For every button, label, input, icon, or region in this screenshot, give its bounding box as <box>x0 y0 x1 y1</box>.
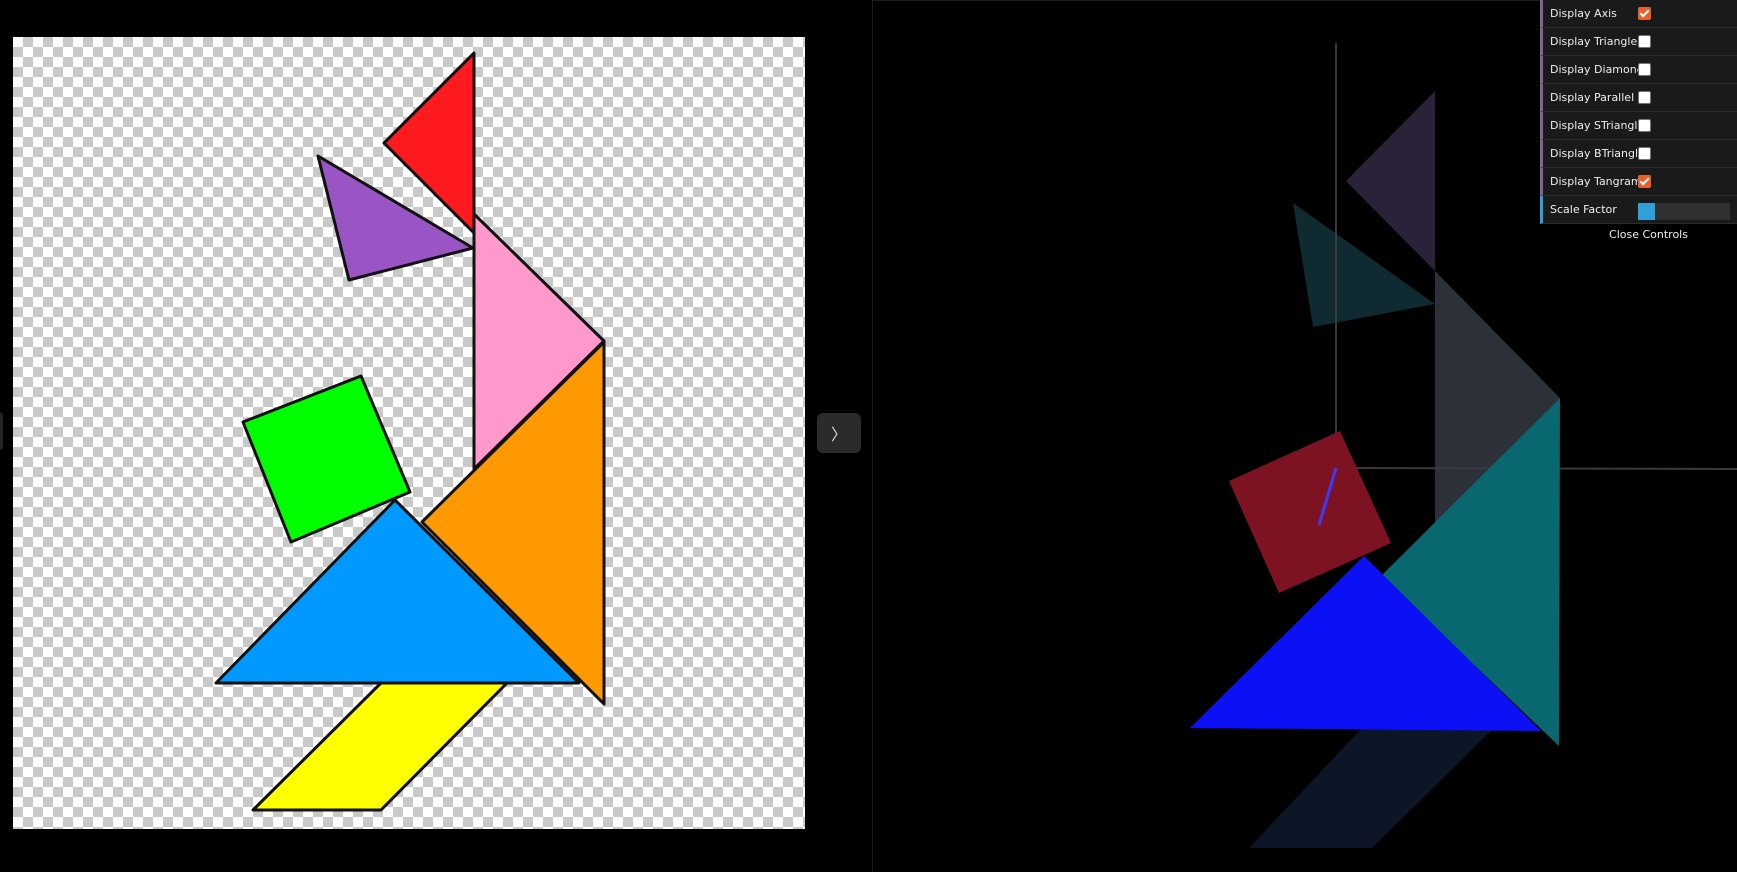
display-axis-checkbox[interactable] <box>1638 7 1651 20</box>
close-controls-button[interactable]: Close Controls <box>1540 224 1737 245</box>
control-display-triangle[interactable]: Display Triangle <box>1540 28 1737 56</box>
control-display-tangram[interactable]: Display Tangram <box>1540 168 1737 196</box>
control-label: Display Parallel <box>1550 91 1635 104</box>
display-striangle-checkbox[interactable] <box>1638 119 1651 132</box>
collapse-panel-button[interactable]: 〉 <box>817 413 861 453</box>
left-edge-handle[interactable] <box>0 412 3 450</box>
controls-panel: Display Axis Display Triangle Display Di… <box>1540 0 1737 245</box>
control-display-parallel[interactable]: Display Parallel <box>1540 84 1737 112</box>
transparent-checker-canvas <box>13 37 805 829</box>
control-scale-factor[interactable]: Scale Factor <box>1540 196 1737 224</box>
control-label: Scale Factor <box>1550 203 1617 216</box>
control-display-diamond[interactable]: Display Diamond <box>1540 56 1737 84</box>
control-label: Display Diamond <box>1550 63 1644 76</box>
display-btriangle-checkbox[interactable] <box>1638 147 1651 160</box>
control-label: Display STriangle <box>1550 119 1645 132</box>
chevron-right-icon: 〉 <box>830 425 847 444</box>
display-triangle-checkbox[interactable] <box>1638 35 1651 48</box>
tangram-image-panel <box>0 0 872 872</box>
control-display-axis[interactable]: Display Axis <box>1540 0 1737 28</box>
scene-navy-parallelogram <box>1249 729 1493 848</box>
control-label: Display BTriangle <box>1550 147 1645 160</box>
control-label: Display Tangram <box>1550 175 1642 188</box>
display-parallel-checkbox[interactable] <box>1638 91 1651 104</box>
display-tangram-checkbox[interactable] <box>1638 175 1651 188</box>
control-label: Display Axis <box>1550 7 1617 20</box>
control-display-striangle[interactable]: Display STriangle <box>1540 112 1737 140</box>
display-diamond-checkbox[interactable] <box>1638 63 1651 76</box>
yellow-parallelogram <box>251 681 509 812</box>
scale-factor-slider[interactable] <box>1638 203 1730 220</box>
tangram-figure <box>214 51 606 812</box>
scale-factor-slider-fill <box>1638 203 1655 220</box>
control-label: Display Triangle <box>1550 35 1638 48</box>
control-display-btriangle[interactable]: Display BTriangle <box>1540 140 1737 168</box>
scene-purple-triangle <box>1346 91 1435 271</box>
